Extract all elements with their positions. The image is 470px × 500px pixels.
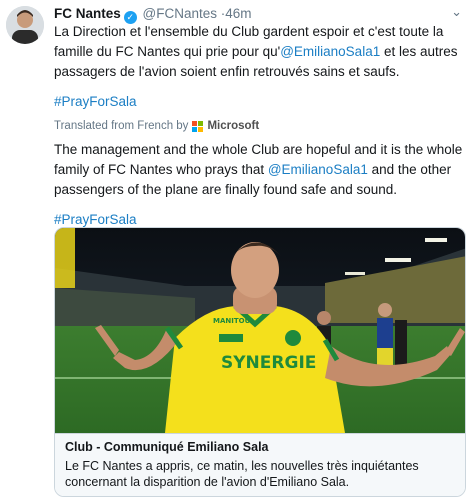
card-image: MANITOU SYNERGIE (55, 228, 465, 433)
hashtag-link[interactable]: #PrayForSala (54, 92, 464, 112)
translation-attribution: Translated from French by Microsoft (54, 120, 464, 132)
author-handle[interactable]: @FCNantes (143, 6, 217, 21)
link-card[interactable]: MANITOU SYNERGIE Club - Communiqué Emili… (54, 227, 466, 497)
tweet-content: La Direction et l'ensemble du Club garde… (54, 22, 464, 230)
card-body: Club - Communiqué Emiliano Sala Le FC Na… (55, 433, 465, 496)
card-description: Le FC Nantes a appris, ce matin, les nou… (65, 459, 419, 489)
translator-name[interactable]: Microsoft (207, 120, 259, 132)
shirt-brand-text: MANITOU (213, 317, 251, 325)
author-avatar[interactable] (6, 6, 44, 44)
translated-from-label: Translated from French by (54, 120, 189, 132)
tweet-time[interactable]: 46m (225, 6, 251, 21)
microsoft-logo-icon (192, 120, 204, 132)
avatar-image (6, 6, 44, 44)
tweet: FC Nantes ✓ @FCNantes ·46m ⌄ La Direction… (0, 0, 470, 500)
author-name[interactable]: FC Nantes (54, 6, 121, 21)
tweet-text: La Direction et l'ensemble du Club garde… (54, 22, 464, 82)
mention-link[interactable]: @EmilianoSala1 (280, 44, 380, 59)
card-title[interactable]: Club - Communiqué Emiliano Sala (65, 440, 455, 454)
chevron-down-icon[interactable]: ⌄ (451, 4, 462, 20)
mention-link[interactable]: @EmilianoSala1 (268, 162, 368, 177)
translated-text: The management and the whole Club are ho… (54, 140, 464, 200)
shirt-sponsor-text: SYNERGIE (221, 353, 316, 373)
